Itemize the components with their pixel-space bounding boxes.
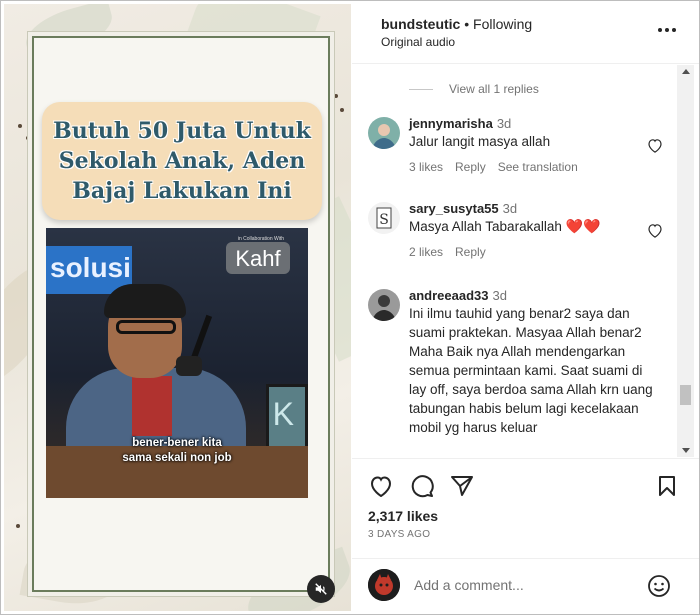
sponsor-logo: Kahf <box>226 242 290 274</box>
comment-header: jennymarisha 3d <box>409 115 653 132</box>
view-replies-link[interactable]: View all 1 replies <box>409 82 539 96</box>
comment-header: andreeaad33 3d <box>409 287 653 304</box>
scroll-up-arrow[interactable] <box>682 69 690 74</box>
comment-bubble-icon <box>411 475 434 498</box>
avatar[interactable]: S <box>368 202 400 234</box>
comment-text-content: Masya Allah Tabarakallah <box>409 219 562 234</box>
comment-username[interactable]: jennymarisha <box>409 116 493 131</box>
reply-button[interactable]: Reply <box>455 245 486 259</box>
mute-button[interactable] <box>307 575 335 603</box>
scroll-thumb[interactable] <box>680 385 691 405</box>
comment-text: Ini ilmu tauhid yang benar2 saya dan sua… <box>409 306 653 435</box>
person-shirt <box>132 376 172 436</box>
paper-plane-icon <box>451 476 473 496</box>
comment-button[interactable] <box>409 473 435 499</box>
dot-decoration <box>334 94 338 98</box>
separator-dot: • <box>464 16 470 32</box>
video-caption-line: bener-bener kita <box>132 437 222 449</box>
comment-time[interactable]: 3d <box>493 288 507 303</box>
heart-outline-icon <box>648 138 662 153</box>
comment-text: Jalur langit masya allah <box>409 134 551 149</box>
heart-outline-icon <box>370 476 392 497</box>
like-comment-button[interactable] <box>645 135 665 155</box>
comment-username[interactable]: sary_susyta55 <box>409 201 499 216</box>
avatar[interactable] <box>368 569 400 601</box>
comment-body: jennymarisha 3d Jalur langit masya allah … <box>409 115 653 174</box>
comment-likes[interactable]: 3 likes <box>409 160 443 174</box>
avatar[interactable] <box>368 289 400 321</box>
comment-time[interactable]: 3d <box>503 201 517 216</box>
like-button[interactable] <box>368 473 394 499</box>
audio-link[interactable]: Original audio <box>381 35 455 49</box>
author-username[interactable]: bundsteutic <box>381 16 460 32</box>
post-header: bundsteutic • Following Original audio <box>352 0 699 64</box>
dot-decoration <box>18 124 22 128</box>
smiley-face-icon <box>648 575 670 597</box>
save-button[interactable] <box>654 473 680 499</box>
comment-text: Masya Allah Tabarakallah ❤️❤️ <box>409 217 653 236</box>
video-caption: bener-bener kita sama sekali non job <box>46 436 308 466</box>
following-button[interactable]: Following <box>473 16 532 32</box>
view-replies-label: View all 1 replies <box>449 82 539 96</box>
comment-input[interactable] <box>414 577 634 593</box>
microphone <box>176 356 202 376</box>
comment-meta: 3 likes Reply See translation <box>409 160 653 174</box>
comment-composer <box>352 558 699 614</box>
comment-likes[interactable]: 2 likes <box>409 245 443 259</box>
dot-decoration <box>16 524 20 528</box>
avatar[interactable] <box>368 117 400 149</box>
share-button[interactable] <box>449 473 475 499</box>
emoji-button[interactable] <box>646 573 672 599</box>
more-options-button[interactable] <box>657 20 677 40</box>
comment-meta: 2 likes Reply <box>409 245 653 259</box>
heart-outline-icon <box>648 223 662 238</box>
comments-scrollbar[interactable] <box>677 65 694 457</box>
reel-card: Butuh 50 Juta Untuk Sekolah Anak, Aden B… <box>32 36 330 592</box>
dot-decoration <box>26 136 30 140</box>
comment-time[interactable]: 3d <box>497 116 511 131</box>
post-date[interactable]: 3 DAYS AGO <box>368 529 430 540</box>
action-bar: 2,317 likes 3 DAYS AGO <box>352 458 699 558</box>
scroll-down-arrow[interactable] <box>682 448 690 453</box>
replies-divider <box>409 88 433 90</box>
bookmark-icon <box>659 476 675 496</box>
red-heart-emoji: ❤️❤️ <box>565 218 601 234</box>
comments-list[interactable]: View all 1 replies jennymarisha 3d Jalur … <box>352 65 699 457</box>
post-media[interactable]: Butuh 50 Juta Untuk Sekolah Anak, Aden B… <box>4 4 351 611</box>
likes-count[interactable]: 2,317 likes <box>368 508 438 524</box>
comment-header: sary_susyta55 3d <box>409 200 653 217</box>
headline-box: Butuh 50 Juta Untuk Sekolah Anak, Aden B… <box>42 102 322 220</box>
comment-username[interactable]: andreeaad33 <box>409 288 489 303</box>
video-frame[interactable]: solusi in Collaboration With Kahf K bene… <box>46 228 308 498</box>
person-glasses <box>116 320 176 334</box>
video-caption-line: sama sekali non job <box>122 452 232 464</box>
header-user-line: bundsteutic • Following <box>381 16 532 32</box>
dot-decoration <box>340 108 344 112</box>
person-hair <box>104 284 186 318</box>
more-horizontal-icon <box>658 28 676 32</box>
headline-text: Butuh 50 Juta Untuk Sekolah Anak, Aden B… <box>53 118 311 204</box>
speaker-muted-icon <box>315 583 327 595</box>
reply-button[interactable]: Reply <box>455 160 486 174</box>
svg-text:S: S <box>379 212 389 228</box>
screen-letter: K <box>272 396 294 432</box>
like-comment-button[interactable] <box>645 220 665 240</box>
see-translation-button[interactable]: See translation <box>498 160 578 174</box>
comment-body: andreeaad33 3d Ini ilmu tauhid yang benar… <box>409 287 653 437</box>
comment-body: sary_susyta55 3d Masya Allah Tabarakallah… <box>409 200 653 259</box>
